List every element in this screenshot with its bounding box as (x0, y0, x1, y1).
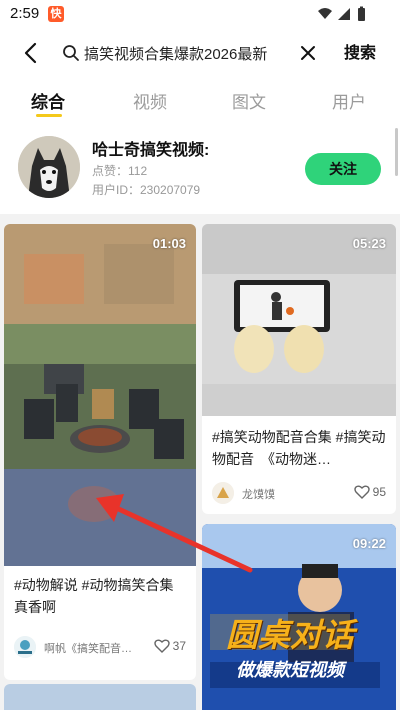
avatar[interactable] (18, 136, 80, 198)
video-duration: 01:03 (152, 236, 186, 251)
poster-subtitle: 做爆款短视频 (236, 660, 344, 680)
video-card[interactable]: 05:23 #搞笑动物配音合集 #搞笑动物配音 《动物迷… 龙馍馍 95 (202, 224, 396, 514)
author-name[interactable]: 啊帆《搞笑配音… (44, 640, 140, 656)
like-count-value: 95 (372, 485, 386, 499)
tab-users[interactable]: 用户 (332, 88, 366, 113)
author-avatar[interactable] (14, 636, 36, 658)
like-count[interactable]: 95 (353, 485, 386, 499)
author-name[interactable]: 龙馍馍 (242, 486, 338, 502)
video-thumbnail[interactable] (4, 684, 196, 710)
tab-bar: 综合 视频 图文 用户 (0, 80, 400, 122)
video-duration: 05:23 (352, 236, 386, 251)
poster-headline: 圆桌对话 (226, 617, 355, 653)
user-name[interactable]: 哈士奇搞笑视频: (92, 136, 209, 160)
user-result-card[interactable]: 哈士奇搞笑视频: 点赞：112 用户ID：230207079 关注 (0, 126, 400, 210)
tab-videos[interactable]: 视频 (133, 88, 167, 113)
results-feed: 01:03 #动物解说 #动物搞笑合集 真香啊 啊帆《搞笑配音… 37 05:2… (0, 214, 400, 710)
video-title[interactable]: #搞笑动物配音合集 #搞笑动物配音 《动物迷… (212, 426, 388, 470)
heart-icon (153, 639, 170, 653)
video-thumbnail[interactable]: 01:03 (4, 224, 196, 566)
video-title[interactable]: #动物解说 #动物搞笑合集 真香啊 (14, 574, 188, 618)
app-notification-icon: 快 (48, 6, 64, 22)
status-icons (318, 6, 365, 21)
battery-icon (358, 8, 365, 21)
search-button[interactable]: 搜索 (344, 39, 376, 63)
video-duration: 09:22 (352, 536, 386, 551)
tab-all[interactable]: 综合 (31, 88, 65, 113)
back-arrow-icon[interactable] (18, 39, 46, 67)
search-bar: 搞笑视频合集爆款2026最新 搜索 (0, 28, 400, 78)
like-count-value: 37 (172, 639, 186, 653)
heart-icon (353, 485, 370, 499)
video-thumbnail[interactable]: 09:22 圆桌对话 做爆款短视频 (202, 524, 396, 710)
follow-button[interactable]: 关注 (305, 153, 381, 185)
tab-active-indicator (36, 114, 62, 117)
like-count[interactable]: 37 (153, 639, 186, 653)
wifi-icon (318, 8, 332, 19)
video-card[interactable]: 01:03 #动物解说 #动物搞笑合集 真香啊 啊帆《搞笑配音… 37 (4, 224, 196, 680)
video-meta: 啊帆《搞笑配音… 37 (14, 636, 186, 660)
status-bar: 2:59 快 (0, 0, 400, 28)
tab-images[interactable]: 图文 (232, 88, 266, 113)
video-card[interactable]: 09:22 圆桌对话 做爆款短视频 (202, 524, 396, 710)
video-thumbnail[interactable]: 05:23 (202, 224, 396, 416)
user-id: 用户ID：230207079 (92, 183, 201, 197)
signal-icon (338, 8, 350, 20)
status-time: 2:59 (10, 5, 40, 22)
clear-icon[interactable] (296, 41, 320, 65)
video-card[interactable] (4, 684, 196, 710)
search-input[interactable]: 搞笑视频合集爆款2026最新 (56, 37, 286, 69)
author-avatar[interactable] (212, 482, 234, 504)
user-likes: 点赞：112 (92, 164, 148, 178)
video-meta: 龙馍馍 95 (212, 482, 386, 506)
search-query[interactable]: 搞笑视频合集爆款2026最新 (84, 43, 284, 64)
search-icon (63, 45, 79, 61)
